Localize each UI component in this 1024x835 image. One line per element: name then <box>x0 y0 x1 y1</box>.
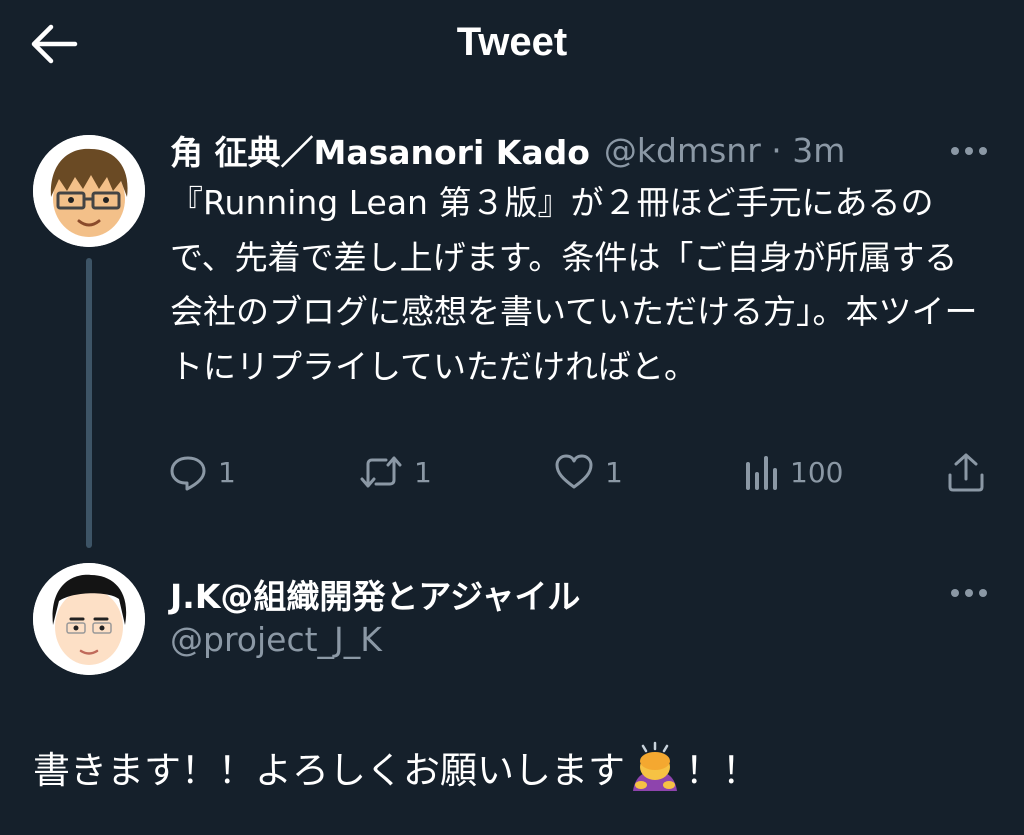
retweet-count: 1 <box>414 455 432 489</box>
top-bar: Tweet <box>0 0 1024 90</box>
person-bowing-emoji <box>633 741 677 791</box>
avatar[interactable] <box>33 135 145 247</box>
more-dots-icon <box>951 589 987 597</box>
analytics-icon <box>746 456 777 490</box>
retweet-button[interactable]: 1 <box>358 448 432 496</box>
reply-text-suffix: ！！ <box>685 749 759 792</box>
tweet-author-row: 角 征典／Masanori Kado @kdmsnr · 3m <box>170 126 845 174</box>
avatar[interactable] <box>33 563 145 675</box>
views-count: 100 <box>790 455 844 489</box>
author-handle-time[interactable]: @kdmsnr · 3m <box>604 131 846 170</box>
share-button[interactable] <box>945 448 987 496</box>
share-icon <box>948 453 984 492</box>
reply-text: 書きます！！よろしくお願いします ！！ <box>33 740 759 794</box>
thread-connector <box>86 258 92 548</box>
retweet-icon <box>360 456 402 488</box>
avatar-image <box>33 563 145 675</box>
avatar-image <box>33 135 145 247</box>
heart-icon <box>555 454 593 489</box>
reply-icon <box>170 456 206 491</box>
reply-author-display-name[interactable]: J.K@組織開発とアジャイル <box>170 570 580 618</box>
tweet-text: 『Running Lean 第３版』が２冊ほど手元にあるので、先着で差し上げます… <box>170 183 978 386</box>
more-options-button[interactable] <box>944 136 994 166</box>
reply-text-main: 書きます！！よろしくお願いします <box>33 749 625 792</box>
page-title: Tweet <box>456 20 568 64</box>
reply-more-options-button[interactable] <box>944 578 994 608</box>
views-button[interactable]: 100 <box>744 448 843 496</box>
tweet-actions-bar: 1 1 1 100 <box>0 448 1024 496</box>
like-count: 1 <box>605 455 623 489</box>
author-display-name[interactable]: 角 征典／Masanori Kado <box>170 126 590 174</box>
more-dots-icon <box>951 147 987 155</box>
reply-author-handle[interactable]: @project_J_K <box>170 620 382 659</box>
reply-count: 1 <box>218 455 236 489</box>
reply-button[interactable]: 1 <box>168 448 236 496</box>
like-button[interactable]: 1 <box>553 448 623 496</box>
